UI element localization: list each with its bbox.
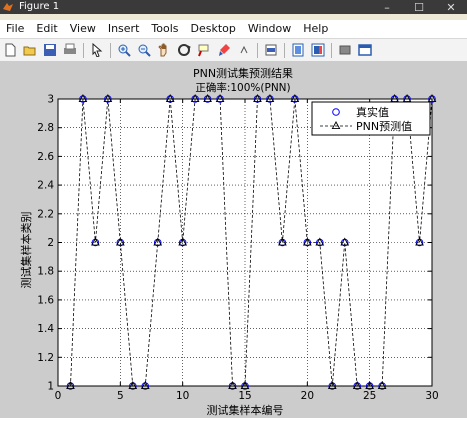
menu-insert[interactable]: Insert: [102, 20, 146, 38]
legend-label-predicted: PNN预测值: [356, 120, 412, 133]
data-cursor-icon[interactable]: [196, 42, 212, 58]
window-title: Figure 1: [19, 1, 60, 12]
y-tick-label: 1.2: [37, 352, 54, 364]
figure-window: Figure 1 – ☐ ✕ File Edit View Insert Too…: [0, 0, 467, 418]
menu-desktop[interactable]: Desktop: [185, 20, 242, 38]
window-controls: – ☐ ✕: [371, 0, 467, 14]
x-tick-label: 5: [117, 390, 124, 402]
menu-help[interactable]: Help: [297, 20, 334, 38]
y-axis-label: 测试集样本类别: [19, 212, 33, 289]
toolbar-separator: [257, 42, 258, 58]
menu-bar: File Edit View Insert Tools Desktop Wind…: [0, 20, 467, 38]
legend: 真实值PNN预测值: [311, 101, 431, 136]
zoom-in-icon[interactable]: [116, 42, 132, 58]
matlab-logo-icon: [3, 3, 13, 11]
toolbar-separator: [284, 42, 285, 58]
brush-icon[interactable]: [216, 42, 232, 58]
chart-title: PNN测试集预测结果: [193, 66, 293, 80]
x-tick-label: 0: [55, 390, 62, 402]
y-tick-label: 3: [47, 94, 54, 106]
menu-edit[interactable]: Edit: [30, 20, 63, 38]
print-icon[interactable]: [62, 42, 78, 58]
hide-plot-tools-icon[interactable]: [310, 42, 326, 58]
pan-hand-icon[interactable]: [156, 42, 172, 58]
colorbar-icon[interactable]: [263, 42, 279, 58]
zoom-out-icon[interactable]: [136, 42, 152, 58]
toolbar-separator: [331, 42, 332, 58]
show-plot-tools-icon[interactable]: [337, 42, 353, 58]
x-tick-label: 10: [176, 390, 189, 402]
y-tick-label: 1.8: [37, 266, 54, 278]
x-axis-label: 测试集样本编号: [207, 403, 284, 417]
y-tick-label: 1.4: [37, 323, 54, 335]
y-tick-label: 2.4: [37, 180, 54, 192]
rotate-3d-icon[interactable]: [176, 42, 192, 58]
toolbar-separator: [110, 42, 111, 58]
x-tick-label: 30: [425, 390, 438, 402]
open-folder-icon[interactable]: [22, 42, 38, 58]
y-tick-label: 1.6: [37, 294, 54, 306]
plot-svg: 0 5 10 15 20 25 30 1 1.2 1.4 1.6 1.8 2 2.2 2.4 2.6 2.8 3 真…: [19, 66, 439, 417]
plot-area: 0 5 10 15 20 25 30 1 1.2 1.4 1.6 1.8 2 2.2 2.4 2.6 2.8 3 真…: [37, 94, 438, 403]
maximize-button[interactable]: ☐: [403, 0, 435, 14]
y-tick-label: 1: [47, 381, 54, 393]
new-file-icon[interactable]: [2, 42, 18, 58]
close-button[interactable]: ✕: [435, 0, 467, 14]
pointer-icon[interactable]: [89, 42, 105, 58]
legend-icon[interactable]: [290, 42, 306, 58]
menu-tools[interactable]: Tools: [145, 20, 184, 38]
menu-view[interactable]: View: [64, 20, 102, 38]
figure-canvas: 0 5 10 15 20 25 30 1 1.2 1.4 1.6 1.8 2 2.2 2.4 2.6 2.8 3 真…: [0, 61, 467, 418]
menu-window[interactable]: Window: [242, 20, 297, 38]
chart-subtitle: 正确率:100%(PNN): [195, 81, 290, 94]
menu-file[interactable]: File: [0, 20, 30, 38]
link-plot-icon[interactable]: [236, 42, 252, 58]
title-bar: Figure 1 – ☐ ✕: [0, 0, 467, 14]
minimize-button[interactable]: –: [371, 0, 403, 14]
x-tick-label: 20: [301, 390, 314, 402]
dock-figure-icon[interactable]: [357, 42, 373, 58]
x-tick-label: 25: [363, 390, 376, 402]
y-tick-label: 2.2: [37, 208, 54, 220]
figure-toolbar: [0, 38, 467, 62]
legend-label-actual: 真实值: [356, 105, 389, 119]
save-icon[interactable]: [42, 42, 58, 58]
x-tick-label: 15: [238, 390, 251, 402]
toolbar-separator: [83, 42, 84, 58]
y-tick-label: 2.6: [37, 151, 54, 163]
y-tick-label: 2.8: [37, 122, 54, 134]
y-tick-label: 2: [47, 237, 54, 249]
